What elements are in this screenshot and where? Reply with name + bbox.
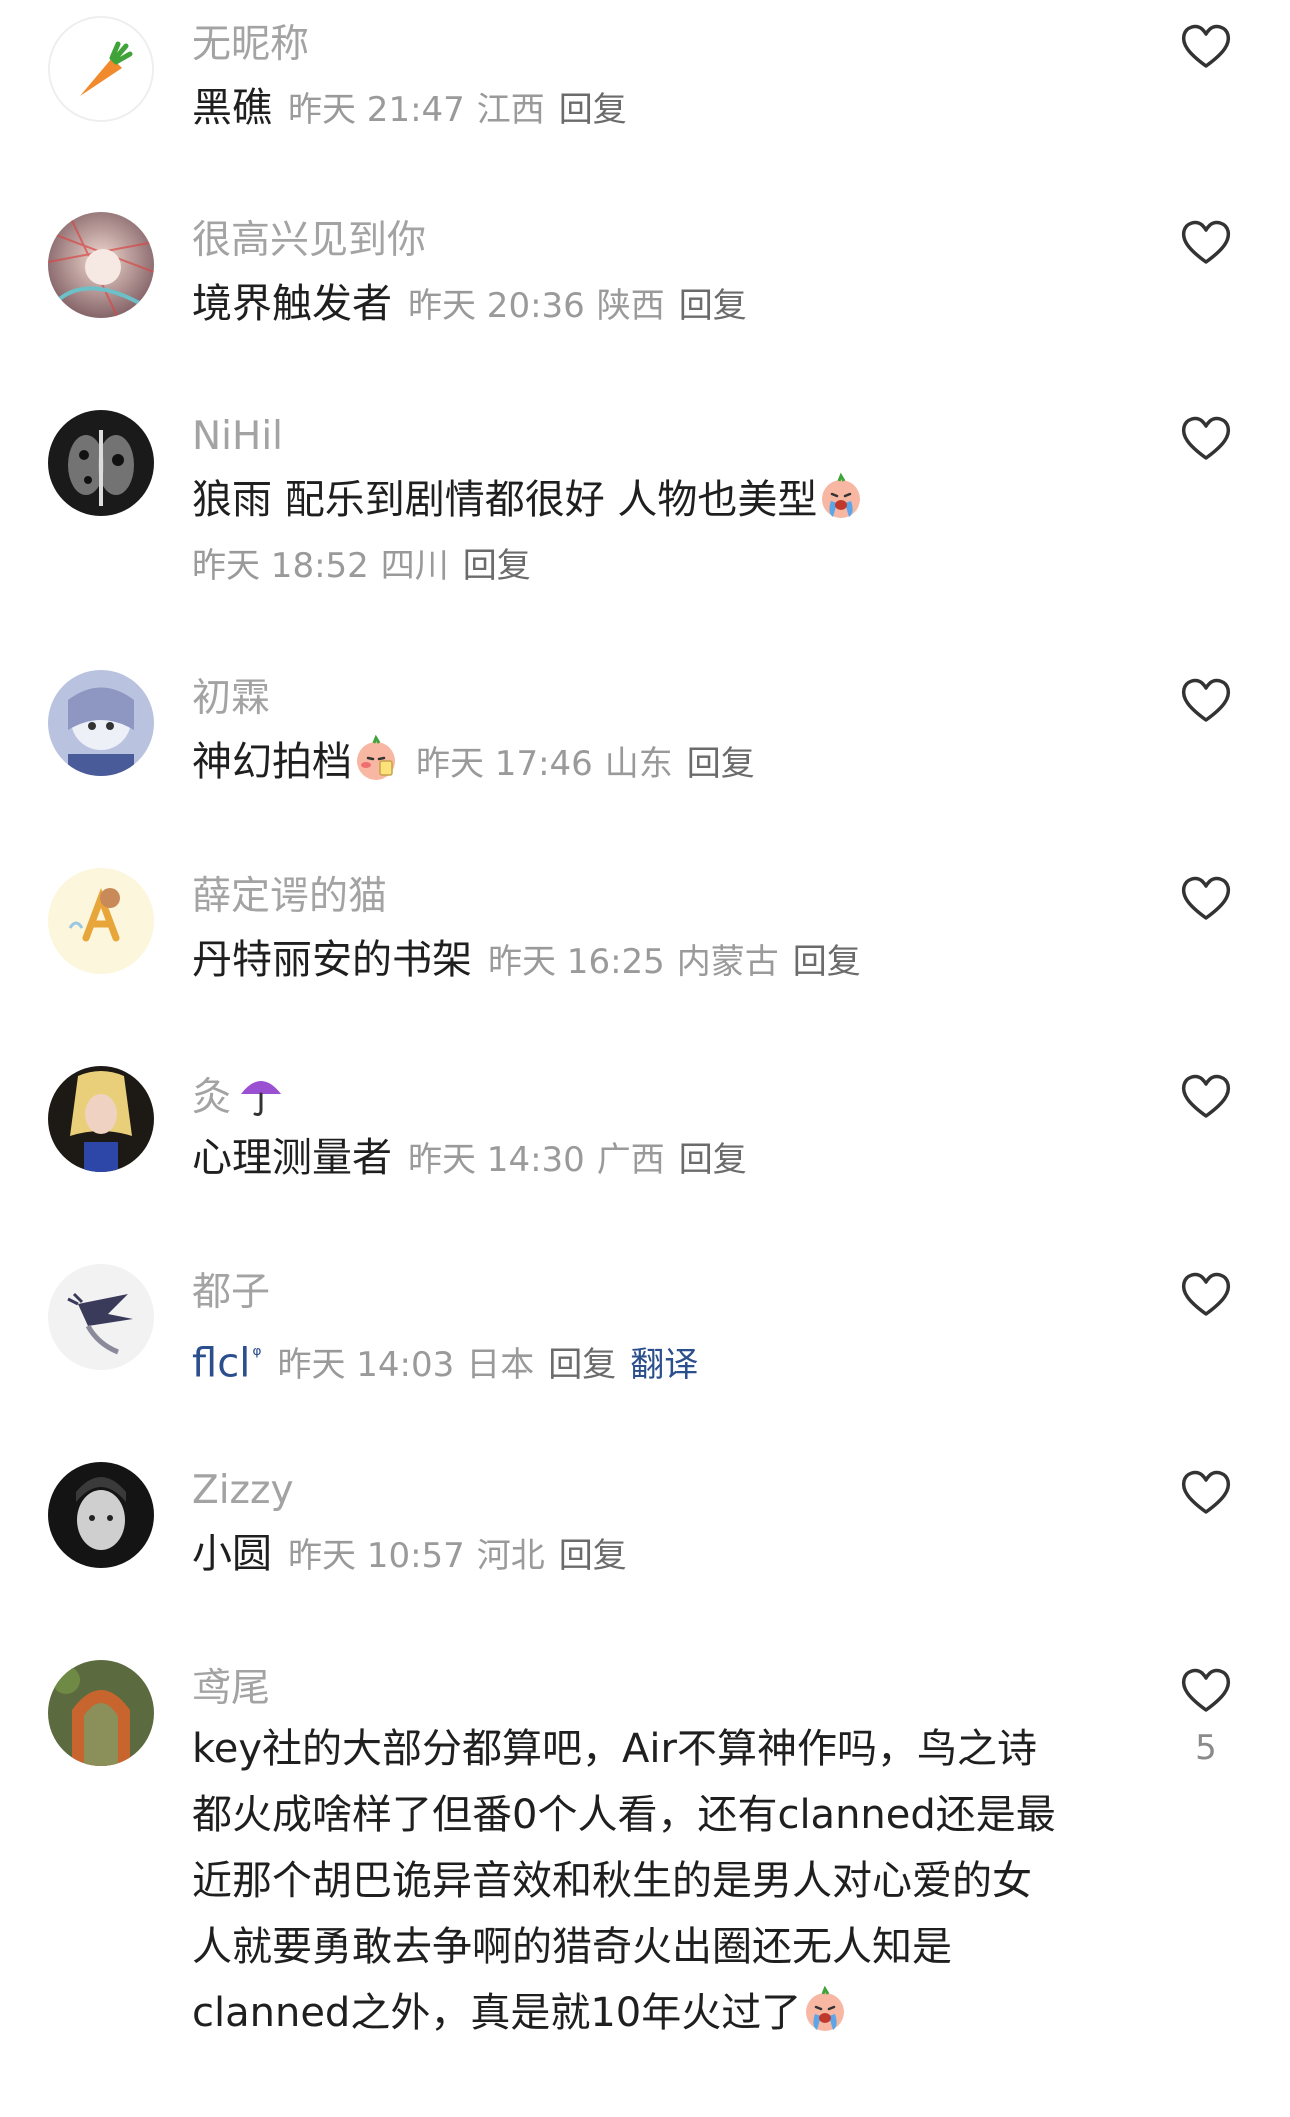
- comment-body: key社的大部分都算吧，Air不算神作吗，鸟之诗 都火成啥样了但番0个人看，还有…: [192, 1716, 1122, 2046]
- comment-content-line: clanned之外，真是就10年火过了: [192, 1990, 802, 2036]
- comment-content-link[interactable]: flcl: [192, 1340, 250, 1386]
- comment-location: 山东: [604, 744, 673, 784]
- heart-outline-icon: [1181, 24, 1231, 68]
- comment-username[interactable]: 无昵称: [192, 20, 309, 70]
- heart-outline-icon: [1181, 678, 1231, 722]
- crying-face-emoji: [817, 473, 865, 521]
- reply-button[interactable]: 回复: [679, 286, 747, 326]
- reply-button[interactable]: 回复: [679, 1140, 747, 1180]
- comment-content: 黑礁: [192, 85, 272, 131]
- comment-content-line-last: clanned之外，真是就10年火过了: [192, 1980, 1122, 2046]
- comment-body: 小圆 昨天 10:57 河北 回复: [192, 1526, 627, 1584]
- reply-button[interactable]: 回复: [687, 744, 755, 784]
- heart-outline-icon: [1181, 1470, 1231, 1514]
- comment-location: 内蒙古: [676, 942, 779, 982]
- like-count: 5: [1195, 1728, 1217, 1768]
- comment-content-line: 都火成啥样了但番0个人看，还有clanned还是最: [192, 1792, 1056, 1838]
- comment-username[interactable]: 很高兴见到你: [192, 216, 426, 266]
- user-avatar[interactable]: [48, 670, 154, 776]
- comment-time: 昨天 10:57: [288, 1536, 465, 1576]
- user-avatar[interactable]: [48, 1264, 154, 1370]
- translate-button[interactable]: 翻译: [630, 1345, 698, 1385]
- like-button[interactable]: [1178, 1266, 1234, 1322]
- comment-username[interactable]: NiHil: [192, 412, 283, 462]
- like-button[interactable]: [1178, 1464, 1234, 1520]
- reply-button[interactable]: 回复: [793, 942, 861, 982]
- user-avatar[interactable]: [48, 16, 154, 122]
- comment-content: 狼雨 配乐到剧情都很好 人物也美型: [192, 477, 818, 523]
- comment-meta: 昨天 18:52 四川 回复: [192, 542, 531, 590]
- heart-outline-icon: [1181, 220, 1231, 264]
- comment-time: 昨天 14:30: [408, 1140, 585, 1180]
- comment-username[interactable]: Zizzy: [192, 1466, 294, 1516]
- like-button[interactable]: [1178, 672, 1234, 728]
- comment-time: 昨天 20:36: [408, 286, 585, 326]
- comment-body: flclᵠ 昨天 14:03 日本 回复 翻译: [192, 1328, 698, 1393]
- blushing-face-emoji: [352, 735, 400, 783]
- comment-body: 境界触发者 昨天 20:36 陕西 回复: [192, 276, 747, 334]
- comment-list: 无昵称 黑礁 昨天 21:47 江西 回复 很高兴见到你 境界触发者 昨天 20:36 陕…: [0, 0, 1290, 2117]
- heart-outline-icon: [1181, 1272, 1231, 1316]
- comment-content-line: 人就要勇敢去争啊的猎奇火出圈还无人知是: [192, 1924, 952, 1970]
- heart-outline-icon: [1181, 416, 1231, 460]
- comment-location: 陕西: [596, 286, 665, 326]
- heart-outline-icon: [1181, 876, 1231, 920]
- comment-location: 四川: [380, 546, 449, 586]
- user-avatar[interactable]: [48, 212, 154, 318]
- reply-button[interactable]: 回复: [559, 1536, 627, 1576]
- like-button[interactable]: [1178, 214, 1234, 270]
- comment-time: 昨天 17:46: [416, 744, 593, 784]
- like-button[interactable]: [1178, 870, 1234, 926]
- comment-time: 昨天 21:47: [288, 90, 465, 130]
- comment-username[interactable]: 都子: [192, 1268, 270, 1318]
- comment-body: 丹特丽安的书架 昨天 16:25 内蒙古 回复: [192, 932, 861, 990]
- comment-body: 黑礁 昨天 21:47 江西 回复: [192, 80, 627, 138]
- comment-username[interactable]: 薛定谔的猫: [192, 872, 387, 922]
- comment-content: 心理测量者: [192, 1135, 392, 1181]
- comment-location: 广西: [596, 1140, 665, 1180]
- like-button[interactable]: [1178, 410, 1234, 466]
- heart-outline-icon: [1181, 1074, 1231, 1118]
- heart-outline-icon: [1181, 1668, 1231, 1712]
- comment-username[interactable]: 初霖: [192, 674, 270, 724]
- reply-button[interactable]: 回复: [559, 90, 627, 130]
- comment-content: 境界触发者: [192, 281, 392, 327]
- comment-body: 神幻拍档 昨天 17:46 山东 回复: [192, 734, 755, 792]
- crying-face-emoji: [801, 1986, 849, 2034]
- comment-location: 江西: [476, 90, 545, 130]
- like-button[interactable]: [1178, 1068, 1234, 1124]
- umbrella-emoji: [237, 1070, 285, 1118]
- comment-location: 日本: [466, 1345, 535, 1386]
- like-button[interactable]: [1178, 1662, 1234, 1718]
- user-avatar[interactable]: [48, 1066, 154, 1172]
- reply-button[interactable]: 回复: [463, 546, 531, 586]
- user-avatar[interactable]: [48, 868, 154, 974]
- user-avatar[interactable]: [48, 1660, 154, 1766]
- comment-content: 丹特丽安的书架: [192, 937, 472, 983]
- user-avatar[interactable]: [48, 410, 154, 516]
- like-button[interactable]: [1178, 18, 1234, 74]
- comment-username-text: 灸: [192, 1075, 232, 1120]
- comment-username[interactable]: 鸢尾: [192, 1664, 270, 1714]
- comment-body: 心理测量者 昨天 14:30 广西 回复: [192, 1130, 747, 1188]
- comment-content-line: key社的大部分都算吧，Air不算神作吗，鸟之诗: [192, 1726, 1037, 1772]
- search-superscript-icon[interactable]: ᵠ: [252, 1343, 261, 1368]
- comment-time: 昨天 18:52: [192, 546, 369, 586]
- comment-time: 昨天 14:03: [277, 1345, 455, 1386]
- user-avatar[interactable]: [48, 1462, 154, 1568]
- comment-location: 河北: [476, 1536, 545, 1576]
- comment-body: 狼雨 配乐到剧情都很好 人物也美型: [192, 472, 865, 528]
- comment-content-line: 近那个胡巴诡异音效和秋生的是男人对心爱的女: [192, 1858, 1032, 1904]
- comment-content: 小圆: [192, 1531, 272, 1577]
- comment-time: 昨天 16:25: [488, 942, 665, 982]
- reply-button[interactable]: 回复: [548, 1345, 616, 1385]
- comment-content: 神幻拍档: [192, 739, 352, 785]
- comment-username[interactable]: 灸: [192, 1070, 285, 1123]
